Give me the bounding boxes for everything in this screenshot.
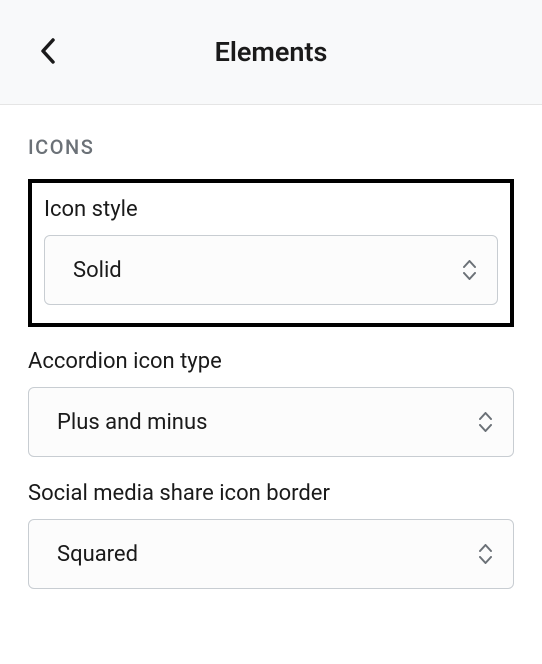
icon-style-select[interactable]: Solid xyxy=(44,235,498,305)
accordion-icon-group: Accordion icon type Plus and minus xyxy=(28,349,514,457)
back-button[interactable] xyxy=(28,32,68,72)
chevron-left-icon xyxy=(40,38,56,67)
social-border-select-wrapper: Squared xyxy=(28,519,514,589)
content-area: ICONS Icon style Solid Accordion icon ty… xyxy=(0,105,542,619)
section-heading: ICONS xyxy=(28,135,514,159)
icon-style-select-wrapper: Solid xyxy=(44,235,498,305)
social-border-select[interactable]: Squared xyxy=(28,519,514,589)
accordion-icon-select-wrapper: Plus and minus xyxy=(28,387,514,457)
accordion-icon-select[interactable]: Plus and minus xyxy=(28,387,514,457)
page-title: Elements xyxy=(215,36,328,68)
accordion-icon-label: Accordion icon type xyxy=(28,349,514,374)
panel-header: Elements xyxy=(0,0,542,105)
icon-style-group: Icon style Solid xyxy=(44,197,498,305)
social-border-group: Social media share icon border Squared xyxy=(28,481,514,589)
social-border-label: Social media share icon border xyxy=(28,481,514,506)
highlighted-setting: Icon style Solid xyxy=(28,179,514,327)
icon-style-label: Icon style xyxy=(44,197,498,222)
